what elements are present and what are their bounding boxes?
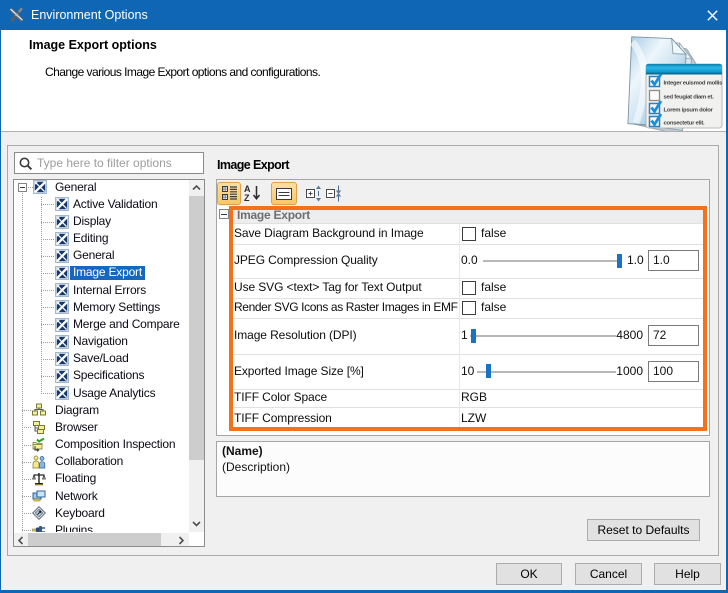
svg-text:consectetur elit.: consectetur elit. bbox=[664, 121, 706, 127]
svg-text:sed feugiat diam et.: sed feugiat diam et. bbox=[664, 95, 715, 101]
svg-text:Lorem ipsum dolor: Lorem ipsum dolor bbox=[664, 108, 714, 114]
svg-text:Integer euismod mollis: Integer euismod mollis bbox=[664, 81, 724, 87]
svg-text:Z: Z bbox=[244, 193, 250, 202]
